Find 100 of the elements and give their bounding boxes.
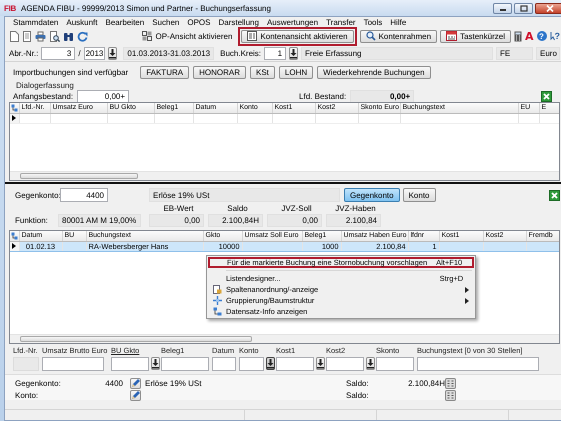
figure-value: 2.100,84 [326, 214, 381, 227]
toolbar-button[interactable]: Kontenansicht aktivieren [241, 30, 354, 42]
close-icon[interactable] [549, 190, 560, 200]
print-icon[interactable] [35, 30, 46, 42]
row-pointer-icon [11, 115, 16, 121]
lookup-button[interactable] [289, 46, 298, 60]
menu-item[interactable]: Stammdaten [10, 18, 62, 27]
brand-logo: A [524, 30, 534, 42]
close-icon[interactable] [541, 91, 552, 102]
minimize-button[interactable] [493, 2, 512, 14]
input-field[interactable] [42, 357, 104, 371]
field-label: Gegenkonto: [15, 378, 62, 388]
menu-item[interactable]: OPOS [184, 18, 214, 27]
column-chooser-icon [11, 232, 18, 240]
menu-item[interactable]: Auswertungen [264, 18, 322, 27]
input-field[interactable] [376, 357, 414, 371]
toggle-button[interactable]: Konto [402, 188, 436, 202]
field-label: Gegenkonto: [15, 190, 60, 200]
account-number: 4400 [104, 378, 123, 388]
download-arrow-icon [151, 358, 160, 369]
toolbar-button[interactable]: OP-Ansicht aktivieren [139, 30, 236, 42]
menu-item[interactable]: Hilfe [387, 18, 410, 27]
toolbar-button[interactable]: Kontenrahmen [360, 30, 438, 42]
row-pointer-icon [11, 243, 16, 249]
lookup-button[interactable] [151, 357, 160, 370]
menu-item[interactable]: Tools [360, 18, 386, 27]
input-field[interactable]: 1 [264, 46, 286, 60]
menu-item[interactable]: Transfer [323, 18, 359, 27]
input-field[interactable]: 3 [41, 46, 76, 60]
download-arrow-icon [266, 358, 275, 369]
document-icon[interactable] [22, 30, 32, 42]
import-notice: Importbuchungen sind verfügbar [13, 68, 128, 77]
figure-value: 0,00 [149, 214, 204, 227]
account-name: Erlöse 19% USt [145, 378, 202, 388]
input-field[interactable] [276, 357, 314, 371]
column-chooser-icon [11, 104, 18, 112]
context-help-button[interactable]: ? [550, 31, 560, 41]
separator-text: / [78, 48, 81, 58]
edit-button[interactable] [130, 390, 141, 400]
input-field[interactable] [212, 357, 236, 371]
import-button[interactable]: Wiederkehrende Buchungen [317, 66, 431, 79]
field-label: Anfangsbestand: [13, 92, 74, 101]
download-arrow-icon [366, 358, 375, 369]
input-field[interactable]: 0,00+ [77, 90, 130, 103]
lookup-button[interactable] [366, 357, 375, 370]
toolbar-button[interactable]: Tastenkürzel [440, 30, 511, 42]
figure-label: EB-Wert [162, 204, 195, 212]
window-title: AGENDA FIBU - 99999/2013 Simon und Partner - Buchungserfassung [21, 4, 271, 12]
help-button[interactable]: ? [536, 31, 546, 41]
horizontal-scrollbar[interactable] [10, 171, 559, 180]
horizontal-scrollbar[interactable] [10, 334, 559, 343]
function-field: 80001 AM M 19,00% [58, 214, 141, 227]
field-label: Funktion: [15, 216, 49, 225]
figure-label: JVZ-Haben [334, 204, 377, 212]
lookup-button[interactable] [316, 357, 325, 370]
list-designer-icon [212, 285, 222, 294]
close-icon [546, 4, 554, 12]
menu-item[interactable]: Bearbeiten [102, 18, 148, 27]
calculator-icon[interactable] [514, 30, 522, 42]
search-icon [366, 31, 376, 41]
tree-icon [212, 307, 222, 316]
menu-item[interactable]: Auskunft [63, 18, 100, 27]
toggle-button[interactable]: Gegenkonto [344, 188, 400, 202]
figure-label: Saldo [226, 204, 249, 212]
lookup-button[interactable] [266, 357, 275, 370]
balance-field: 0,00+ [350, 90, 414, 103]
import-button[interactable]: KSt [250, 66, 275, 79]
lookup-button[interactable] [108, 46, 118, 60]
figure-value: 2.100,84H [208, 214, 263, 227]
currency-field: Euro [536, 46, 560, 60]
import-button[interactable]: LOHN [278, 66, 314, 79]
input-field[interactable] [239, 357, 264, 371]
figure-label: JVZ-Soll [280, 204, 313, 212]
saldo-label: Saldo: [346, 378, 370, 388]
group-title: Dialogerfassung [16, 81, 75, 90]
figure-value: 0,00 [267, 214, 322, 227]
input-field[interactable] [417, 357, 539, 371]
menu-item[interactable]: Darstellung [215, 18, 262, 27]
refresh-icon[interactable] [77, 30, 88, 42]
input-field[interactable]: 4400 [60, 188, 108, 202]
new-document-icon[interactable] [9, 30, 19, 42]
grid-icon [142, 31, 152, 41]
keyboard-icon [446, 31, 458, 41]
maximize-button[interactable] [514, 2, 533, 14]
import-button[interactable]: FAKTURA [140, 66, 190, 79]
field-label: Abr.-Nr.: [9, 48, 38, 58]
menu-item[interactable]: Suchen [149, 18, 182, 27]
field-label: Konto: [15, 390, 40, 400]
close-button[interactable] [535, 2, 561, 14]
input-field[interactable]: 2013 [84, 46, 106, 60]
input-field[interactable] [111, 357, 149, 371]
booking-circle-name: Freie Erfassung [301, 46, 493, 60]
download-arrow-icon [289, 48, 298, 58]
print-preview-icon[interactable] [49, 30, 60, 42]
period-range: 01.03.2013-31.03.2013 [123, 46, 214, 60]
pencil-icon [131, 378, 140, 388]
input-field[interactable] [326, 357, 364, 371]
import-button[interactable]: HONORAR [193, 66, 246, 79]
edit-button[interactable] [130, 378, 141, 388]
input-field[interactable] [161, 357, 209, 371]
